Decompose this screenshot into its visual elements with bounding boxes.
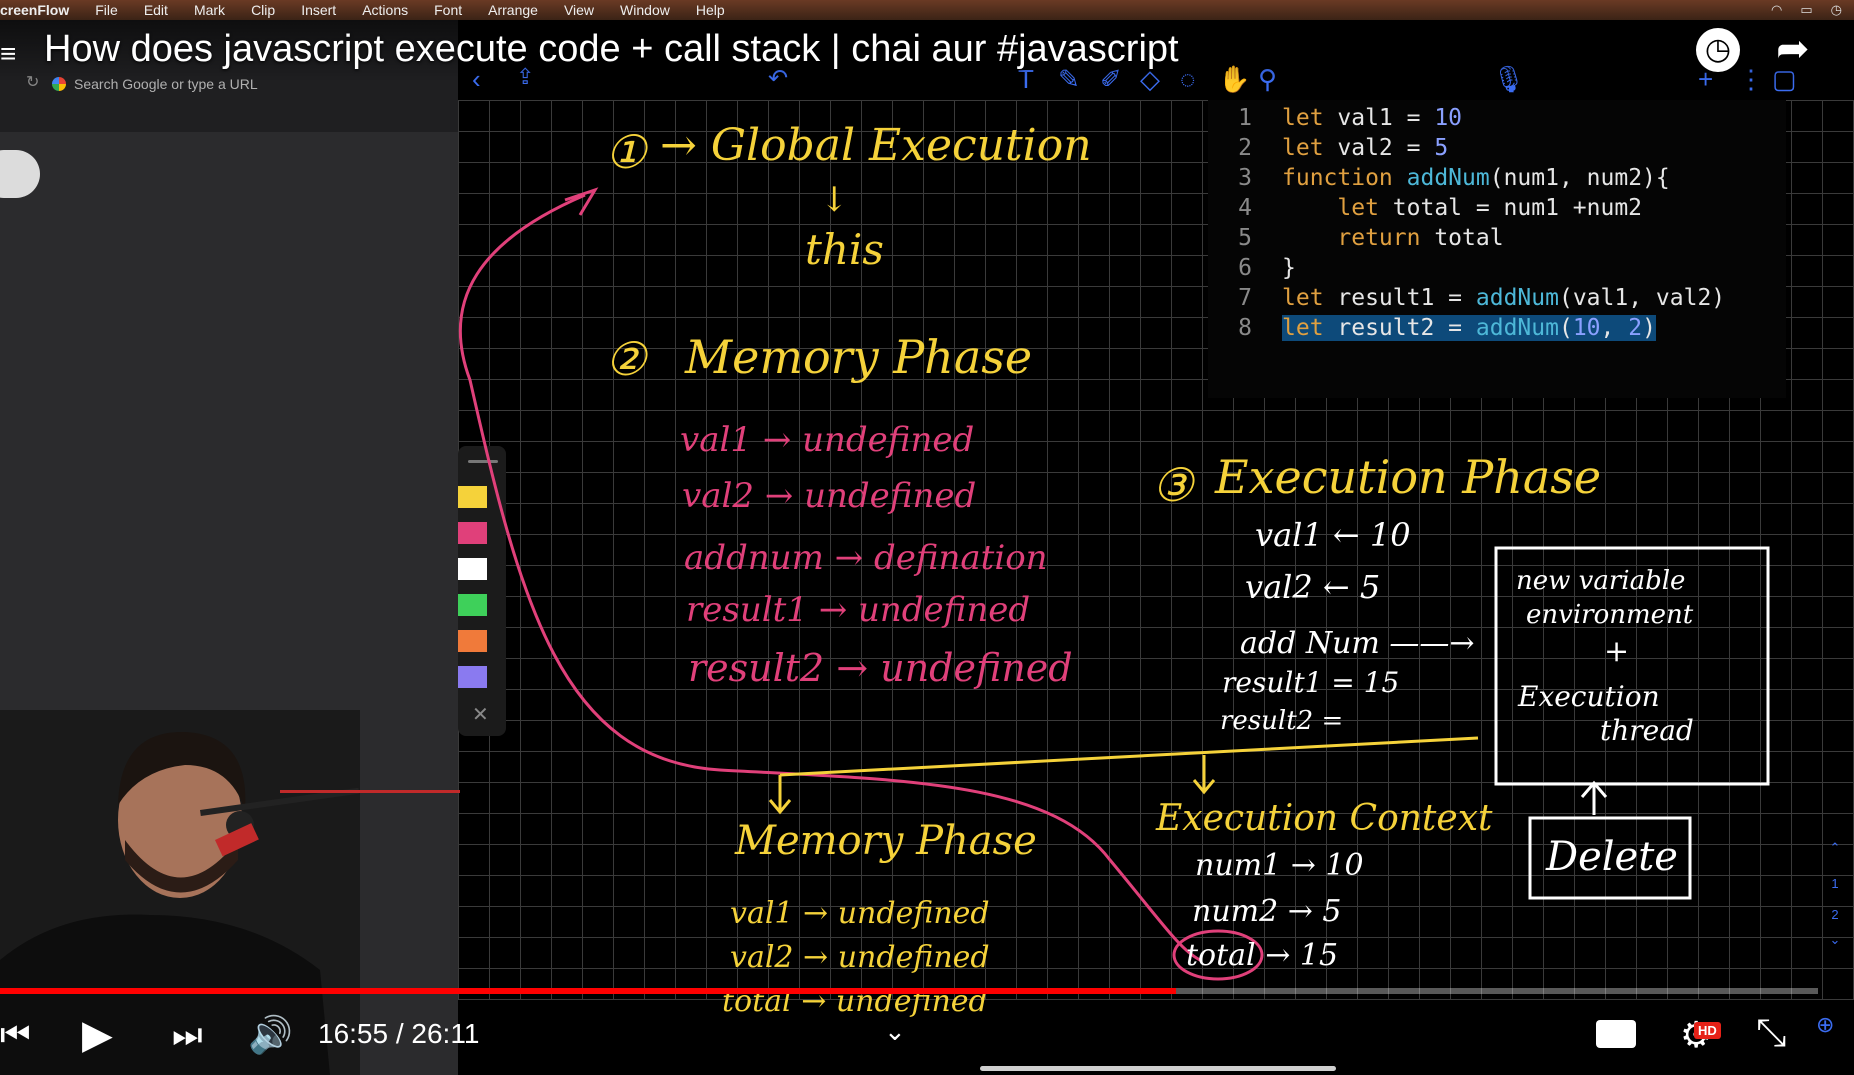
previous-icon[interactable]: ⏮ bbox=[0, 1016, 31, 1055]
exec-line-3: add Num ——→ bbox=[1240, 626, 1475, 661]
ctx-title: Execution Context bbox=[1156, 798, 1493, 839]
next-icon[interactable]: ⏭ bbox=[172, 1016, 203, 1055]
exec-line-5: result2 = bbox=[1220, 706, 1344, 736]
memory-title: Memory Phase bbox=[685, 330, 1033, 384]
exec-title: Execution Phase bbox=[1215, 450, 1602, 504]
time-display: 16:55 / 26:11 bbox=[318, 1018, 480, 1049]
exec-line-1: val1 ← 10 bbox=[1255, 516, 1411, 554]
box-line-1: new variable bbox=[1516, 566, 1686, 596]
exec-number: ③ bbox=[1152, 458, 1194, 512]
video-title[interactable]: How does javascript execute code + call … bbox=[44, 28, 1179, 71]
mic-arm-accent bbox=[280, 790, 460, 793]
global-number: ① bbox=[605, 125, 647, 179]
memory-line-3: addnum → defination bbox=[684, 538, 1048, 578]
play-icon[interactable]: ▶ bbox=[82, 1012, 113, 1058]
box-line-2: environment bbox=[1526, 600, 1694, 630]
ctx-line-2: num2 → 5 bbox=[1192, 894, 1342, 929]
box-plus: + bbox=[1604, 634, 1630, 669]
global-this: this bbox=[805, 225, 884, 274]
share-arrow-icon[interactable]: ➦ bbox=[1776, 26, 1810, 72]
page-scroll-indicator[interactable]: ⌃ 1 2 ⌄ bbox=[1820, 840, 1850, 980]
subtitles-icon[interactable] bbox=[1596, 1020, 1636, 1048]
scroll-down-icon[interactable]: ⌄ bbox=[1820, 932, 1850, 948]
mem2-title: Memory Phase bbox=[735, 818, 1037, 864]
ctx-line-1: num1 → 10 bbox=[1195, 848, 1364, 883]
yellow-left-arrow bbox=[768, 775, 792, 815]
memory-line-4: result1 → undefined bbox=[686, 590, 1031, 630]
up-arrow-icon bbox=[1580, 780, 1608, 815]
exec-line-2: val2 ← 5 bbox=[1245, 568, 1381, 606]
page-number-2: 2 bbox=[1831, 907, 1839, 922]
memory-line-1: val1 → undefined bbox=[680, 420, 975, 460]
progress-fill bbox=[0, 988, 1177, 994]
yellow-split-line bbox=[779, 736, 1479, 777]
mem2-line-2: val2 → undefined bbox=[730, 940, 990, 975]
page-number-1: 1 bbox=[1831, 876, 1839, 891]
memory-line-5: result2 → undefined bbox=[688, 646, 1073, 690]
global-title: → Global Execution bbox=[660, 120, 1092, 171]
box-line-4: thread bbox=[1600, 714, 1694, 747]
hd-badge: HD bbox=[1694, 1022, 1721, 1039]
global-arrow: ↓ bbox=[820, 180, 849, 220]
zoom-icon[interactable]: ⊕ bbox=[1816, 1012, 1834, 1038]
exit-fullscreen-icon[interactable]: ⤡ bbox=[1756, 1012, 1786, 1055]
home-indicator bbox=[980, 1066, 1336, 1071]
box-line-3: Execution bbox=[1518, 680, 1660, 713]
memory-line-2: val2 → undefined bbox=[682, 476, 977, 516]
delete-label: Delete bbox=[1546, 834, 1678, 880]
volume-icon[interactable]: 🔊 bbox=[248, 1014, 293, 1056]
exec-line-4: result1 = 15 bbox=[1222, 666, 1400, 699]
memory-number: ② bbox=[605, 332, 647, 386]
chevron-down-icon[interactable]: ⌄ bbox=[884, 1016, 906, 1047]
yellow-right-arrow bbox=[1192, 755, 1216, 795]
mem2-line-1: val1 → undefined bbox=[730, 896, 990, 931]
playlist-menu-icon[interactable]: ≡ bbox=[0, 38, 16, 70]
watch-later-icon[interactable]: ◷ bbox=[1696, 28, 1740, 72]
ctx-line-3: total → 15 bbox=[1186, 938, 1339, 973]
scroll-up-icon[interactable]: ⌃ bbox=[1820, 840, 1850, 856]
